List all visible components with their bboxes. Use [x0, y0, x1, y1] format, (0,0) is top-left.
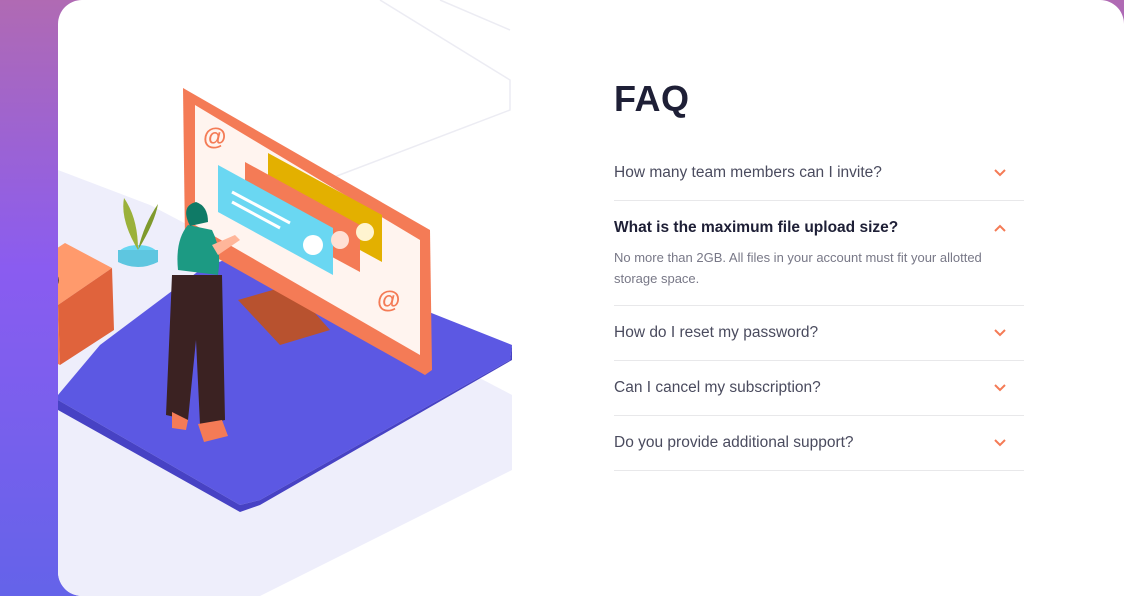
illustration-woman-online: @ @ @ — [58, 0, 512, 596]
faq-item: How do I reset my password? — [614, 306, 1024, 361]
chevron-down-icon — [994, 384, 1006, 392]
chevron-down-icon — [994, 439, 1006, 447]
faq-list: How many team members can I invite? What… — [614, 154, 1024, 471]
faq-panel: FAQ How many team members can I invite? … — [614, 78, 1024, 471]
faq-question-text: Do you provide additional support? — [614, 434, 854, 451]
faq-question-button[interactable]: How do I reset my password? — [614, 306, 1024, 360]
faq-question-text: How many team members can I invite? — [614, 164, 882, 181]
faq-card: @ @ @ FAQ How many team members can I in… — [58, 0, 1124, 596]
faq-question-text: What is the maximum file upload size? — [614, 219, 899, 236]
faq-item: What is the maximum file upload size? No… — [614, 201, 1024, 306]
faq-question-button[interactable]: How many team members can I invite? — [614, 154, 1024, 200]
page-title: FAQ — [614, 78, 690, 119]
faq-answer-text: No more than 2GB. All files in your acco… — [614, 250, 982, 286]
faq-item: How many team members can I invite? — [614, 154, 1024, 201]
chevron-up-icon — [994, 224, 1006, 232]
at-sign-icon: @ — [377, 287, 400, 314]
at-sign-icon: @ — [203, 124, 226, 151]
faq-question-button[interactable]: Can I cancel my subscription? — [614, 361, 1024, 415]
chevron-down-icon — [994, 329, 1006, 337]
chevron-down-icon — [994, 169, 1006, 177]
faq-item: Can I cancel my subscription? — [614, 361, 1024, 416]
at-sign-icon: @ — [58, 265, 60, 296]
faq-question-text: Can I cancel my subscription? — [614, 379, 821, 396]
faq-item: Do you provide additional support? — [614, 416, 1024, 471]
faq-question-button[interactable]: Do you provide additional support? — [614, 416, 1024, 470]
faq-question-text: How do I reset my password? — [614, 324, 819, 341]
